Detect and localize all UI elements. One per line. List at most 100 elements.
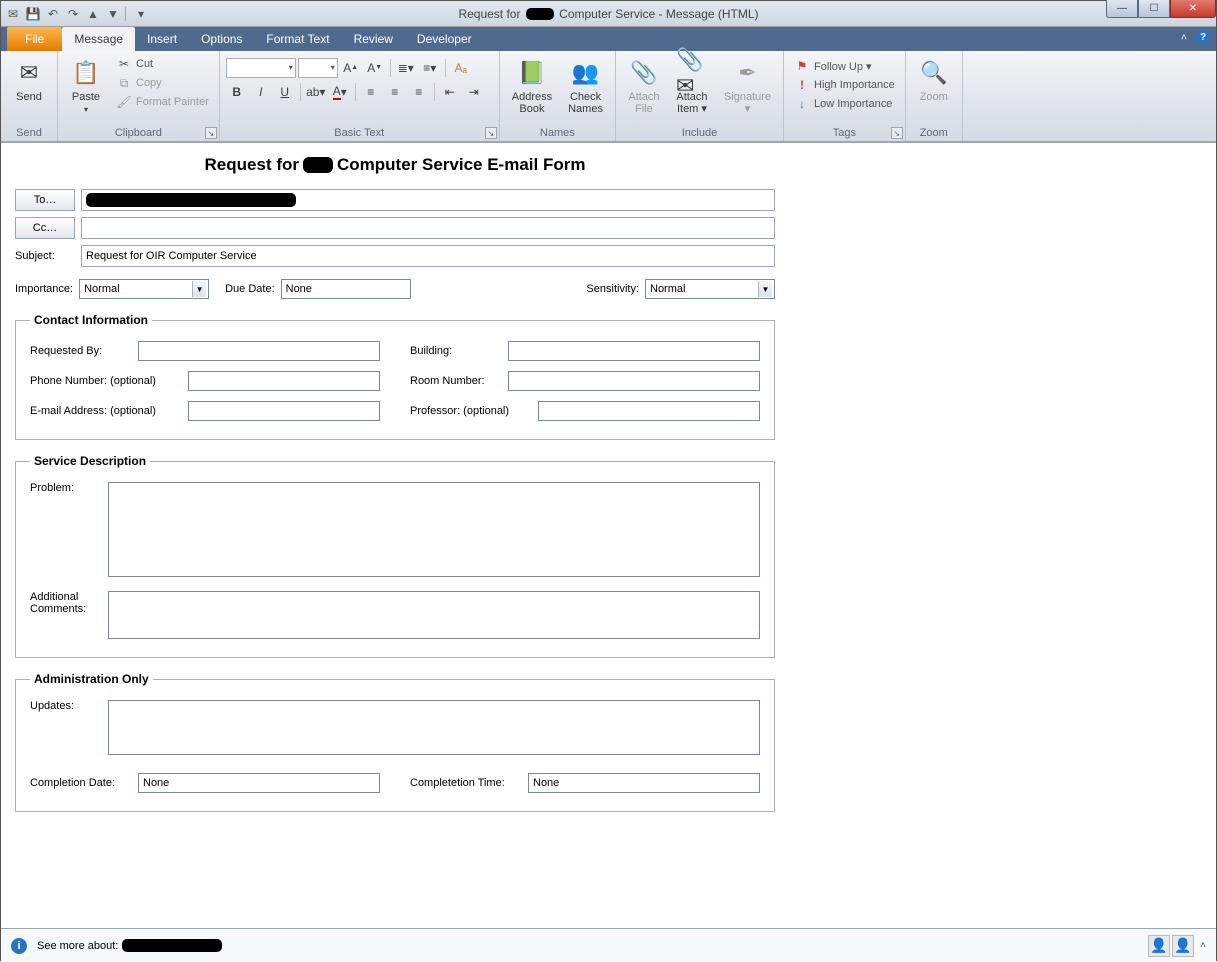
minimize-button[interactable]: — <box>1106 0 1138 18</box>
zoom-button[interactable]: 🔍 Zoom <box>912 53 956 103</box>
italic-button[interactable]: I <box>250 81 272 102</box>
completion-date-input[interactable]: None <box>138 773 380 793</box>
high-importance-button[interactable]: !High Importance <box>790 76 899 94</box>
updates-input[interactable] <box>108 700 760 755</box>
clear-format-button[interactable]: Aₐ <box>450 57 472 78</box>
professor-input[interactable] <box>538 401 760 421</box>
prev-item-icon[interactable]: ▲ <box>85 6 101 22</box>
subject-input[interactable] <box>81 245 775 267</box>
email-input[interactable] <box>188 401 380 421</box>
signature-button[interactable]: ✒ Signature ▾ <box>718 53 777 115</box>
requested-by-input[interactable] <box>138 341 380 361</box>
copy-icon: ⧉ <box>116 75 132 91</box>
follow-up-button[interactable]: ⚑Follow Up ▾ <box>790 57 899 75</box>
align-left-button[interactable]: ≡ <box>360 81 382 102</box>
tab-developer[interactable]: Developer <box>405 27 484 51</box>
file-tab[interactable]: File <box>7 27 62 51</box>
requested-by-label: Requested By: <box>30 345 130 357</box>
attach-item-button[interactable]: 📎✉ Attach Item ▾ <box>670 53 714 115</box>
paste-icon: 📋 <box>70 57 102 89</box>
bold-button[interactable]: B <box>226 81 248 102</box>
cut-button[interactable]: ✂Cut <box>112 55 213 73</box>
format-painter-button[interactable]: 🖌Format Painter <box>112 93 213 111</box>
shrink-font-button[interactable]: A▼ <box>364 57 386 78</box>
decrease-indent-button[interactable]: ⇤ <box>439 81 461 102</box>
form-wrapper: Request for Computer Service E-mail Form… <box>15 143 775 812</box>
tab-insert[interactable]: Insert <box>135 27 189 51</box>
due-date-input[interactable]: None <box>281 279 411 299</box>
admin-legend: Administration Only <box>30 672 153 686</box>
underline-button[interactable]: U <box>274 81 296 102</box>
expand-people-pane-icon[interactable]: ˄ <box>1196 939 1210 953</box>
to-input[interactable] <box>81 189 775 211</box>
numbering-button[interactable]: ≡▾ <box>419 57 441 78</box>
attach-file-button[interactable]: 📎 Attach File <box>622 53 666 115</box>
maximize-button[interactable]: ☐ <box>1138 0 1170 18</box>
cc-input[interactable] <box>81 217 775 239</box>
save-icon[interactable]: 💾 <box>25 6 41 22</box>
avatar-icon[interactable]: 👤 <box>1148 935 1170 957</box>
check-names-button[interactable]: 👥 Check Names <box>562 53 609 115</box>
people-pane-right: 👤 👤 ˄ <box>1148 935 1210 957</box>
subject-row: Subject: <box>15 245 775 267</box>
font-size-combo[interactable]: ▾ <box>298 58 338 78</box>
minimize-ribbon-icon[interactable]: ˄ <box>1176 30 1192 46</box>
cc-button[interactable]: Cc… <box>15 217 75 239</box>
problem-input[interactable] <box>108 482 760 577</box>
tab-message[interactable]: Message <box>62 27 135 51</box>
problem-label: Problem: <box>30 482 100 494</box>
font-family-combo[interactable]: ▾ <box>226 58 296 78</box>
increase-indent-button[interactable]: ⇥ <box>463 81 485 102</box>
copy-button[interactable]: ⧉Copy <box>112 74 213 92</box>
service-legend: Service Description <box>30 454 150 468</box>
close-button[interactable]: ✕ <box>1170 0 1216 18</box>
info-icon: i <box>11 938 27 954</box>
tags-dialog-launcher[interactable]: ↘ <box>891 127 903 139</box>
phone-input[interactable] <box>188 371 380 391</box>
tab-review[interactable]: Review <box>342 27 405 51</box>
room-input[interactable] <box>508 371 760 391</box>
group-tags-label: Tags <box>790 126 899 141</box>
align-right-button[interactable]: ≡ <box>408 81 430 102</box>
redo-icon[interactable]: ↷ <box>65 6 81 22</box>
group-names-label: Names <box>506 126 609 141</box>
separator <box>300 83 301 101</box>
avatar-icon[interactable]: 👤 <box>1172 935 1194 957</box>
group-clipboard-label: Clipboard <box>64 126 213 141</box>
redacted-form-word <box>303 157 333 173</box>
ribbon: ✉ Send Send 📋 Paste▾ ✂Cut ⧉Copy 🖌Format … <box>1 51 1216 143</box>
service-description-group: Service Description Problem: Additional … <box>15 454 775 658</box>
help-icon[interactable]: ? <box>1196 30 1210 44</box>
sensitivity-label: Sensitivity: <box>586 283 639 295</box>
send-button[interactable]: ✉ Send <box>7 53 51 103</box>
to-button[interactable]: To… <box>15 189 75 211</box>
group-basic-text-label: Basic Text <box>226 126 493 141</box>
completion-time-input[interactable]: None <box>528 773 760 793</box>
importance-select[interactable]: Normal▼ <box>79 279 209 299</box>
low-importance-button[interactable]: ↓Low Importance <box>790 95 899 113</box>
qat-customize-icon[interactable]: ▾ <box>133 6 149 22</box>
tab-format-text[interactable]: Format Text <box>254 27 341 51</box>
highlight-button[interactable]: ab▾ <box>305 81 327 102</box>
form-title: Request for Computer Service E-mail Form <box>15 155 775 175</box>
tab-options[interactable]: Options <box>189 27 254 51</box>
window-title: Request for Computer Service - Message (… <box>1 7 1216 21</box>
tags-buttons: ⚑Follow Up ▾ !High Importance ↓Low Impor… <box>790 53 899 113</box>
sensitivity-select[interactable]: Normal▼ <box>645 279 775 299</box>
align-center-button[interactable]: ≡ <box>384 81 406 102</box>
grow-font-button[interactable]: A▲ <box>340 57 362 78</box>
group-include-label: Include <box>622 126 777 141</box>
bullets-button[interactable]: ≣▾ <box>395 57 417 78</box>
font-color-button[interactable]: A▾ <box>329 81 351 102</box>
paste-button[interactable]: 📋 Paste▾ <box>64 53 108 116</box>
building-input[interactable] <box>508 341 760 361</box>
separator <box>390 59 391 77</box>
basic-text-dialog-launcher[interactable]: ↘ <box>485 127 497 139</box>
clipboard-dialog-launcher[interactable]: ↘ <box>205 127 217 139</box>
app-icon: ✉ <box>5 6 21 22</box>
next-item-icon[interactable]: ▼ <box>105 6 121 22</box>
comments-input[interactable] <box>108 591 760 639</box>
address-book-button[interactable]: 📗 Address Book <box>506 53 558 115</box>
undo-icon[interactable]: ↶ <box>45 6 61 22</box>
chevron-down-icon: ▼ <box>758 281 772 297</box>
